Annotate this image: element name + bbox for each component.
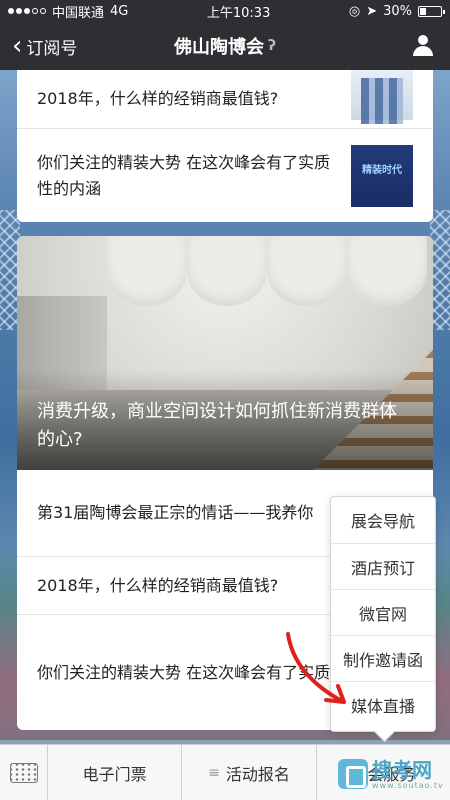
- battery-icon: [418, 5, 445, 17]
- menu-item-hotel-booking[interactable]: 酒店预订: [331, 543, 435, 589]
- hero-title: 消费升级，商业空间设计如何抓住新消费群体的心?: [37, 401, 397, 450]
- menu-item-media-live[interactable]: 媒体直播: [331, 681, 435, 727]
- ceiling-arch: [267, 236, 347, 306]
- keyboard-toggle-button[interactable]: [0, 745, 48, 800]
- article-card-top: 2018年，什么样的经销商最值钱? 你们关注的精装大势 在这次峰会有了实质性的内…: [17, 70, 433, 222]
- status-time: 上午10:33: [206, 5, 271, 21]
- ear-icon: ʔ: [267, 38, 277, 54]
- person-icon: [412, 35, 434, 57]
- menu-button-exhibition-service[interactable]: 展会服务: [317, 745, 450, 800]
- signal-strength-icon: [8, 8, 46, 14]
- profile-button[interactable]: [330, 35, 450, 57]
- article-item[interactable]: 2018年，什么样的经销商最值钱?: [17, 70, 433, 128]
- menu-button-label: 展会服务: [351, 764, 416, 784]
- article-thumbnail: [351, 70, 413, 124]
- article-thumbnail: 精装时代: [351, 144, 413, 207]
- menu-item-make-invitation[interactable]: 制作邀请函: [331, 635, 435, 681]
- location-icon: ➤: [366, 3, 378, 19]
- bottom-menu-bar: 电子门票 ≡ 活动报名 展会服务: [0, 744, 450, 800]
- submenu-lines-icon: ≡: [208, 764, 220, 781]
- network-label: 4G: [110, 3, 129, 19]
- menu-button-label: 活动报名: [225, 764, 290, 784]
- page-title: 佛山陶博会 ʔ: [120, 33, 330, 59]
- article-title: 你们关注的精装大势 在这次峰会有了实质性的内涵: [37, 152, 331, 198]
- article-item[interactable]: 你们关注的精装大势 在这次峰会有了实质性的内涵 精装时代: [17, 128, 433, 222]
- ceiling-arch: [347, 236, 427, 306]
- battery-percent: 30%: [383, 3, 412, 19]
- keyboard-icon: [9, 762, 38, 783]
- thumbnail-text: 精装时代: [362, 164, 402, 176]
- back-label: 订阅号: [26, 38, 78, 59]
- back-button[interactable]: ‹ 订阅号: [0, 33, 120, 59]
- rotation-lock-icon: ◎: [348, 3, 361, 19]
- carrier-label: 中国联通: [52, 5, 105, 21]
- nav-bar: ‹ 订阅号 佛山陶博会 ʔ: [0, 22, 450, 70]
- menu-button-label: 电子门票: [82, 764, 147, 784]
- background-net-right: [430, 210, 450, 330]
- menu-item-exhibition-guide[interactable]: 展会导航: [331, 497, 435, 543]
- menu-button-e-ticket[interactable]: 电子门票: [48, 745, 183, 800]
- ceiling-arch: [187, 236, 267, 306]
- chevron-left-icon: ‹: [12, 31, 23, 61]
- title-text: 佛山陶博会: [173, 37, 264, 58]
- status-bar: 中国联通 4G 上午10:33 ◎ ➤ 30%: [0, 0, 450, 22]
- menu-button-event-signup[interactable]: ≡ 活动报名: [182, 745, 317, 800]
- menu-item-micro-website[interactable]: 微官网: [331, 589, 435, 635]
- hero-article[interactable]: 消费升级，商业空间设计如何抓住新消费群体的心?: [17, 236, 433, 470]
- service-popup-menu: 展会导航 酒店预订 微官网 制作邀请函 媒体直播: [330, 496, 436, 732]
- article-title: 2018年，什么样的经销商最值钱?: [37, 89, 279, 108]
- ceiling-arch: [107, 236, 187, 306]
